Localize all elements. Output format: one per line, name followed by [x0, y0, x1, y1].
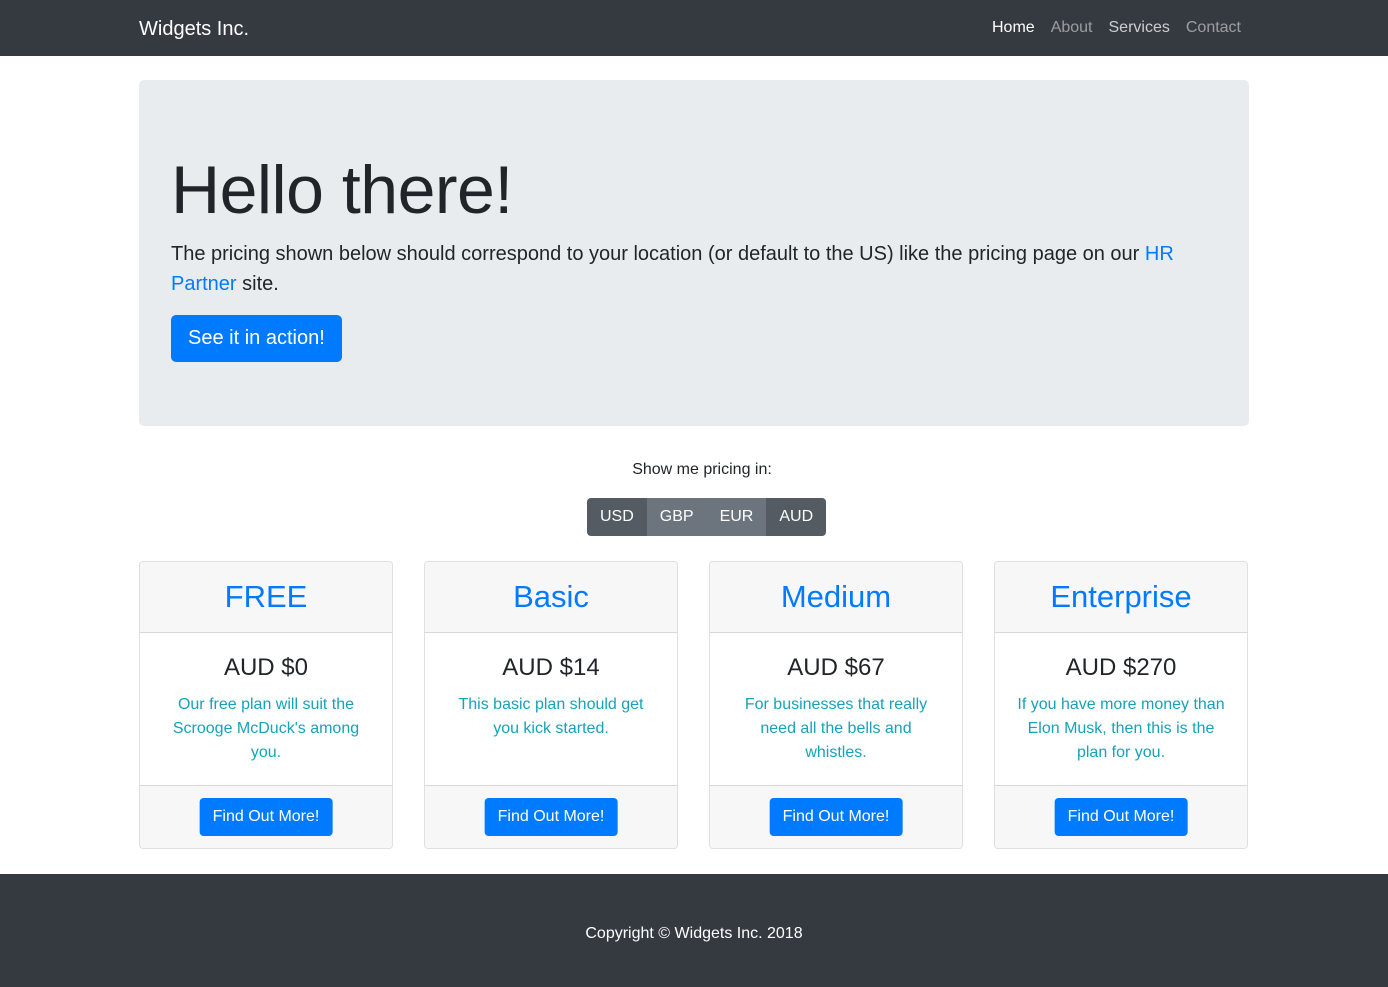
plan-card-free: FREE AUD $0 Our free plan will suit the …: [139, 561, 393, 849]
hero-title: Hello there!: [171, 152, 513, 228]
plan-description: This basic plan should get you kick star…: [458, 696, 644, 737]
plan-price: AUD $67: [787, 654, 885, 681]
page-footer: Copyright © Widgets Inc. 2018: [0, 874, 1388, 987]
find-out-more-button[interactable]: Find Out More!: [769, 798, 903, 836]
hero-jumbotron: Hello there! The pricing shown below sho…: [139, 80, 1249, 426]
plan-price: AUD $0: [223, 654, 309, 681]
find-out-more-button[interactable]: Find Out More!: [1054, 798, 1188, 836]
card-footer: Find Out More!: [140, 785, 392, 848]
hero-lead: The pricing shown below should correspon…: [171, 239, 1211, 299]
plan-description: Our free plan will suit the Scrooge McDu…: [172, 696, 360, 761]
hero-lead-text: The pricing shown below should correspon…: [171, 243, 1145, 265]
nav-link-about[interactable]: About: [1043, 18, 1101, 38]
find-out-more-button[interactable]: Find Out More!: [199, 798, 333, 836]
plan-name: Basic: [425, 562, 677, 633]
currency-button-group: USD GBP EUR AUD: [587, 498, 827, 536]
nav-links: Home About Services Contact: [984, 18, 1249, 38]
plan-card-medium: Medium AUD $67 For businesses that reall…: [709, 561, 963, 849]
currency-usd-button[interactable]: USD: [587, 498, 647, 536]
card-footer: Find Out More!: [710, 785, 962, 848]
pricing-currency-label: Show me pricing in:: [632, 461, 772, 478]
currency-eur-button[interactable]: EUR: [706, 498, 767, 536]
find-out-more-button[interactable]: Find Out More!: [484, 798, 618, 836]
plan-name: Medium: [710, 562, 962, 633]
currency-gbp-button[interactable]: GBP: [646, 498, 707, 536]
plan-name: FREE: [140, 562, 392, 633]
card-footer: Find Out More!: [995, 785, 1247, 848]
top-navbar: Widgets Inc. Home About Services Contact: [0, 0, 1388, 56]
see-it-in-action-button[interactable]: See it in action!: [171, 315, 342, 362]
plan-price: AUD $14: [502, 654, 600, 681]
pricing-cards: FREE AUD $0 Our free plan will suit the …: [139, 561, 1248, 849]
plan-name: Enterprise: [995, 562, 1247, 633]
brand-link[interactable]: Widgets Inc.: [139, 17, 249, 41]
plan-description: For businesses that really need all the …: [744, 696, 928, 761]
currency-aud-button[interactable]: AUD: [766, 498, 827, 536]
plan-card-enterprise: Enterprise AUD $270 If you have more mon…: [994, 561, 1248, 849]
plan-description: If you have more money than Elon Musk, t…: [1017, 696, 1225, 761]
copyright-text: Copyright © Widgets Inc. 2018: [585, 925, 803, 942]
nav-link-contact[interactable]: Contact: [1178, 18, 1249, 38]
card-footer: Find Out More!: [425, 785, 677, 848]
nav-link-services[interactable]: Services: [1101, 18, 1178, 38]
plan-price: AUD $270: [1065, 654, 1177, 681]
plan-card-basic: Basic AUD $14 This basic plan should get…: [424, 561, 678, 849]
hero-lead-suffix: site.: [236, 273, 279, 295]
nav-link-home[interactable]: Home: [984, 18, 1043, 38]
